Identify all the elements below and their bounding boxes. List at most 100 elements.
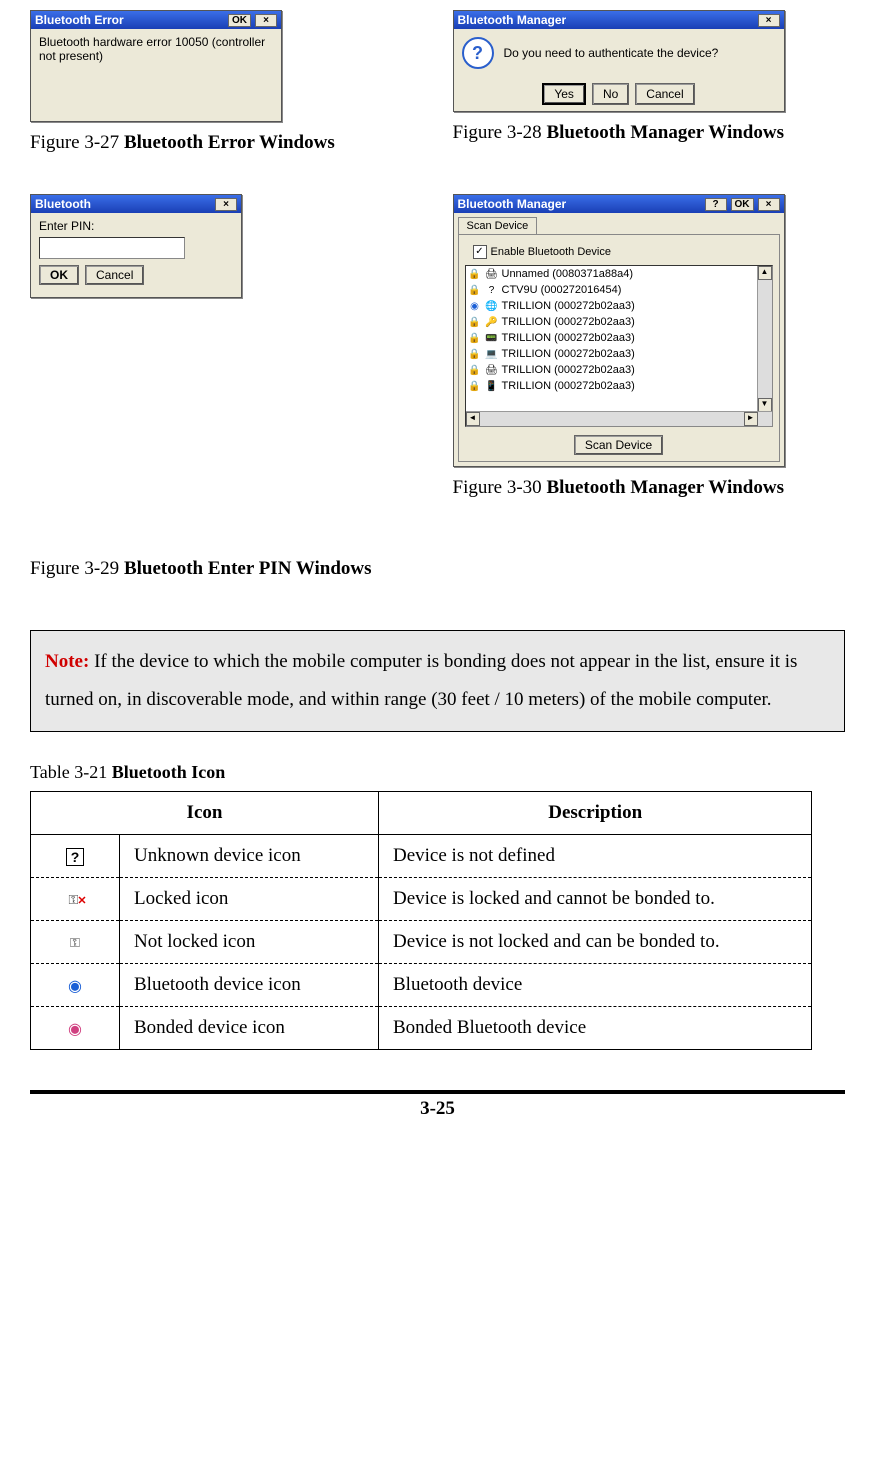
printer-icon: 🖨: [485, 363, 499, 377]
caption-prefix: Table 3-21: [30, 762, 112, 782]
button-row: Yes No Cancel: [454, 77, 784, 111]
bluetooth-device-icon: ◉: [65, 977, 85, 995]
enable-bt-label: Enable Bluetooth Device: [491, 246, 611, 258]
not-locked-icon: ⚿: [65, 934, 85, 952]
locked-icon: 🔒: [468, 363, 482, 377]
icon-name: Bonded device icon: [120, 1007, 379, 1050]
figure-27-caption: Figure 3-27 Bluetooth Error Windows: [30, 132, 423, 154]
vertical-scrollbar[interactable]: ▲ ▼: [757, 266, 772, 412]
ok-button[interactable]: OK: [39, 265, 79, 285]
no-button[interactable]: No: [592, 83, 629, 105]
device-row[interactable]: 🔒💻TRILLION (000272b02aa3): [466, 346, 772, 362]
figure-row-1: Bluetooth Error OK × Bluetooth hardware …: [30, 10, 845, 184]
scan-body: Scan Device ✓ Enable Bluetooth Device 🔒🖨…: [454, 213, 784, 466]
device-list[interactable]: 🔒🖨Unnamed (0080371a88a4) 🔒?CTV9U (000272…: [465, 265, 773, 427]
bonded-device-icon: ◉: [65, 1020, 85, 1038]
device-row[interactable]: 🔒📱TRILLION (000272b02aa3): [466, 378, 772, 394]
close-button[interactable]: ×: [255, 14, 277, 27]
locked-icon: 🔒: [468, 315, 482, 329]
printer-icon: 🖨: [485, 267, 499, 281]
device-label: TRILLION (000272b02aa3): [502, 300, 635, 312]
locked-icon: 🔒: [468, 379, 482, 393]
close-button[interactable]: ×: [215, 198, 237, 211]
figure-30-col: Bluetooth Manager ? OK × Scan Device ✓ E…: [453, 194, 846, 529]
table-caption: Table 3-21 Bluetooth Icon: [30, 762, 845, 783]
question-icon: ?: [462, 37, 494, 69]
device-row[interactable]: 🔒🔑TRILLION (000272b02aa3): [466, 314, 772, 330]
phone-icon: 📱: [485, 379, 499, 393]
scroll-down-icon[interactable]: ▼: [758, 398, 772, 412]
window-title: Bluetooth Manager: [458, 197, 567, 211]
bluetooth-manager-scan-window: Bluetooth Manager ? OK × Scan Device ✓ E…: [453, 194, 785, 467]
close-button[interactable]: ×: [758, 198, 780, 211]
device-label: TRILLION (000272b02aa3): [502, 348, 635, 360]
scroll-up-icon[interactable]: ▲: [758, 266, 772, 280]
locked-icon: 🔒: [468, 347, 482, 361]
tab-body: ✓ Enable Bluetooth Device 🔒🖨Unnamed (008…: [458, 234, 780, 462]
table-row: ⚿ Not locked icon Device is not locked a…: [31, 921, 812, 964]
enable-bt-row: ✓ Enable Bluetooth Device: [473, 245, 773, 259]
note-label: Note:: [45, 651, 89, 672]
ok-button[interactable]: OK: [228, 14, 251, 27]
device-row[interactable]: 🔒🖨TRILLION (000272b02aa3): [466, 362, 772, 378]
header-desc: Description: [379, 792, 812, 835]
help-button[interactable]: ?: [705, 198, 727, 211]
pin-body: Enter PIN: OK Cancel: [31, 213, 241, 297]
titlebar: Bluetooth Manager ×: [454, 11, 784, 29]
scroll-left-icon[interactable]: ◄: [466, 412, 480, 426]
device-row[interactable]: 🔒📟TRILLION (000272b02aa3): [466, 330, 772, 346]
bluetooth-error-window: Bluetooth Error OK × Bluetooth hardware …: [30, 10, 282, 122]
figure-28-col: Bluetooth Manager × ? Do you need to aut…: [453, 10, 846, 174]
scroll-right-icon[interactable]: ►: [744, 412, 758, 426]
close-button[interactable]: ×: [758, 14, 780, 27]
device-row[interactable]: 🔒🖨Unnamed (0080371a88a4): [466, 266, 772, 282]
device-row[interactable]: ◉🌐TRILLION (000272b02aa3): [466, 298, 772, 314]
page-number: 3-25: [30, 1098, 845, 1120]
window-title: Bluetooth Error: [35, 13, 124, 27]
window-title: Bluetooth: [35, 197, 91, 211]
locked-icon: ⚿✕: [63, 891, 86, 909]
figure-27-col: Bluetooth Error OK × Bluetooth hardware …: [30, 10, 423, 184]
window-title: Bluetooth Manager: [458, 13, 567, 27]
table-row: ◉ Bonded device icon Bonded Bluetooth de…: [31, 1007, 812, 1050]
header-icon: Icon: [31, 792, 379, 835]
device-row[interactable]: 🔒?CTV9U (000272016454): [466, 282, 772, 298]
note-text: If the device to which the mobile comput…: [45, 651, 797, 710]
icon-desc: Bonded Bluetooth device: [379, 1007, 812, 1050]
cancel-button[interactable]: Cancel: [635, 83, 694, 105]
pda-icon: 📟: [485, 331, 499, 345]
icon-desc: Device is locked and cannot be bonded to…: [379, 878, 812, 921]
error-message: Bluetooth hardware error 10050 (controll…: [31, 29, 281, 121]
unknown-device-icon: ?: [66, 848, 84, 866]
icon-cell: ⚿✕: [31, 878, 120, 921]
device-label: TRILLION (000272b02aa3): [502, 316, 635, 328]
bluetooth-icon-table: Icon Description ? Unknown device icon D…: [30, 791, 812, 1050]
message-row: ? Do you need to authenticate the device…: [454, 29, 784, 77]
caption-prefix: Figure 3-29: [30, 558, 124, 579]
yes-button[interactable]: Yes: [542, 83, 586, 105]
device-label: CTV9U (000272016454): [502, 284, 622, 296]
laptop-icon: 💻: [485, 347, 499, 361]
figure-row-2: Bluetooth × Enter PIN: OK Cancel Figure …: [30, 194, 845, 610]
icon-name: Not locked icon: [120, 921, 379, 964]
icon-name: Locked icon: [120, 878, 379, 921]
enable-bt-checkbox[interactable]: ✓: [473, 245, 487, 259]
caption-title: Bluetooth Manager Windows: [546, 122, 784, 143]
ok-button[interactable]: OK: [731, 198, 754, 211]
cancel-button[interactable]: Cancel: [85, 265, 144, 285]
table-header-row: Icon Description: [31, 792, 812, 835]
pin-input[interactable]: [39, 237, 185, 259]
icon-cell: ⚿: [31, 921, 120, 964]
caption-title: Bluetooth Enter PIN Windows: [124, 558, 372, 579]
scan-device-button[interactable]: Scan Device: [574, 435, 663, 455]
icon-desc: Bluetooth device: [379, 964, 812, 1007]
table-row: ⚿✕ Locked icon Device is locked and cann…: [31, 878, 812, 921]
device-label: TRILLION (000272b02aa3): [502, 332, 635, 344]
icon-name: Bluetooth device icon: [120, 964, 379, 1007]
auth-message: Do you need to authenticate the device?: [504, 46, 719, 60]
tab-scan-device[interactable]: Scan Device: [458, 217, 538, 234]
device-label: Unnamed (0080371a88a4): [502, 268, 634, 280]
horizontal-scrollbar[interactable]: ◄ ►: [466, 411, 772, 426]
figure-29-caption: Figure 3-29 Bluetooth Enter PIN Windows: [30, 558, 423, 580]
caption-prefix: Figure 3-27: [30, 132, 124, 153]
